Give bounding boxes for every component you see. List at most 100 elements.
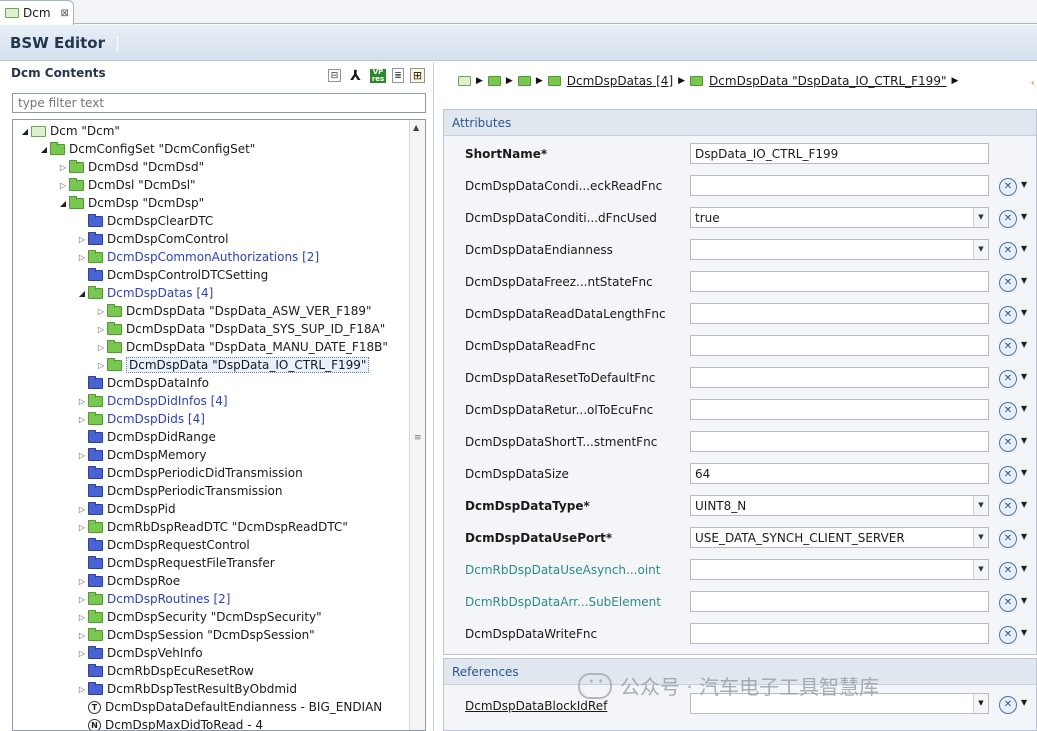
collapsed-arrow-icon[interactable]: ▷ xyxy=(76,235,88,244)
clear-value-icon[interactable]: ✕ xyxy=(999,626,1017,644)
chevron-down-icon[interactable]: ▼ xyxy=(1021,180,1027,189)
breadcrumb-link-datas[interactable]: DcmDspDatas [4] xyxy=(567,74,673,88)
attribute-field[interactable] xyxy=(690,623,989,644)
chevron-down-icon[interactable]: ▼ xyxy=(1021,308,1027,317)
collapsed-arrow-icon[interactable]: ▷ xyxy=(76,613,88,622)
tree-item[interactable]: ▷ DcmRbDspReadDTC "DcmDspReadDTC" xyxy=(76,518,348,536)
collapsed-arrow-icon[interactable]: ▷ xyxy=(76,505,88,514)
clear-value-icon[interactable]: ✕ xyxy=(999,178,1017,196)
clear-value-icon[interactable]: ✕ xyxy=(999,498,1017,516)
tree-item[interactable]: DcmDspPeriodicTransmission xyxy=(76,482,283,500)
collapsed-arrow-icon[interactable]: ▷ xyxy=(76,595,88,604)
breadcrumb-link-data[interactable]: DcmDspData "DspData_IO_CTRL_F199" xyxy=(709,74,946,88)
tree-item[interactable]: ▷ DcmDspRoutines [2] xyxy=(76,590,230,608)
tree-item[interactable]: DcmDspControlDTCSetting xyxy=(76,266,268,284)
tree-item[interactable]: DcmDspRequestControl xyxy=(76,536,250,554)
tree-item[interactable]: DcmDspDidRange xyxy=(76,428,216,446)
tree-item[interactable]: ▷ DcmDspVehInfo xyxy=(76,644,203,662)
collapsed-arrow-icon[interactable]: ▷ xyxy=(57,181,69,190)
clear-value-icon[interactable]: ✕ xyxy=(999,210,1017,228)
attribute-field[interactable] xyxy=(690,591,989,612)
scroll-up-icon[interactable]: ▲ xyxy=(413,123,419,132)
tree-item[interactable]: ▷ DcmDspData "DspData_IO_CTRL_F199" xyxy=(95,356,370,374)
chevron-down-icon[interactable]: ▼ xyxy=(1021,628,1027,637)
collapsed-arrow-icon[interactable]: ▷ xyxy=(95,343,107,352)
chevron-down-icon[interactable]: ▼ xyxy=(1021,436,1027,445)
tree-item[interactable]: ▷ DcmDsl "DcmDsl" xyxy=(57,176,196,194)
collapsed-arrow-icon[interactable]: ▷ xyxy=(95,325,107,334)
reference-name[interactable]: DcmDspDataBlockIdRef xyxy=(465,699,607,713)
chevron-down-icon[interactable]: ▼ xyxy=(1021,340,1027,349)
chevron-down-icon[interactable]: ▼ xyxy=(973,240,988,259)
clear-value-icon[interactable]: ✕ xyxy=(999,274,1017,292)
tree-item[interactable]: ▷ DcmDspMemory xyxy=(76,446,206,464)
attribute-field[interactable]: 64 xyxy=(690,463,989,484)
clear-value-icon[interactable]: ✕ xyxy=(999,466,1017,484)
chevron-down-icon[interactable]: ▼ xyxy=(1021,212,1027,221)
attribute-field[interactable] xyxy=(690,271,989,292)
tree-item[interactable]: DcmDspPeriodicDidTransmission xyxy=(76,464,303,482)
collapse-all-icon[interactable]: ⊟ xyxy=(328,69,341,82)
tab-dcm[interactable]: Dcm ⊠ xyxy=(0,0,74,25)
tree-item[interactable]: ▷ DcmDsd "DcmDsd" xyxy=(57,158,204,176)
clear-value-icon[interactable]: ✕ xyxy=(999,594,1017,612)
expanded-arrow-icon[interactable]: ◢ xyxy=(38,145,50,154)
chevron-down-icon[interactable]: ▼ xyxy=(973,528,988,547)
collapsed-arrow-icon[interactable]: ▷ xyxy=(76,631,88,640)
clear-value-icon[interactable]: ✕ xyxy=(999,434,1017,452)
collapsed-arrow-icon[interactable]: ▷ xyxy=(76,577,88,586)
expanded-arrow-icon[interactable]: ◢ xyxy=(57,199,69,208)
tree-item[interactable]: ▷ DcmDspDids [4] xyxy=(76,410,205,428)
attribute-combo[interactable]: ▼ xyxy=(690,239,989,260)
scroll-left-icon[interactable]: ‹ xyxy=(1031,76,1035,89)
close-icon[interactable]: ⊠ xyxy=(61,8,69,19)
attribute-field[interactable] xyxy=(690,399,989,420)
attribute-combo[interactable]: ▼ xyxy=(690,559,989,580)
tree-item[interactable]: ▷ DcmDspSecurity "DcmDspSecurity" xyxy=(76,608,322,626)
chevron-down-icon[interactable]: ▼ xyxy=(1021,532,1027,541)
collapsed-arrow-icon[interactable]: ▷ xyxy=(95,361,107,370)
collapsed-arrow-icon[interactable]: ▷ xyxy=(76,685,88,694)
contents-tree[interactable]: ◢ Dcm "Dcm" ◢ DcmConfigSet "DcmConfigSet" ▷ D… xyxy=(12,119,426,731)
expanded-arrow-icon[interactable]: ◢ xyxy=(19,127,31,136)
attribute-combo[interactable]: UINT8_N ▼ xyxy=(690,495,989,516)
attribute-field[interactable] xyxy=(690,431,989,452)
chevron-down-icon[interactable]: ▼ xyxy=(1021,404,1027,413)
attribute-combo[interactable]: true ▼ xyxy=(690,207,989,228)
collapsed-arrow-icon[interactable]: ▷ xyxy=(76,397,88,406)
tree-item[interactable]: DcmRbDspEcuResetRow xyxy=(76,662,254,680)
chevron-down-icon[interactable]: ▼ xyxy=(1021,698,1027,707)
tree-item[interactable]: ▷ DcmDspCommonAuthorizations [2] xyxy=(76,248,319,266)
chevron-down-icon[interactable]: ▼ xyxy=(973,694,988,713)
chevron-down-icon[interactable]: ▼ xyxy=(1021,372,1027,381)
clear-value-icon[interactable]: ✕ xyxy=(999,562,1017,580)
grid-layout-icon[interactable]: ⊞ xyxy=(410,68,425,83)
collapsed-arrow-icon[interactable]: ▷ xyxy=(76,523,88,532)
clear-value-icon[interactable]: ✕ xyxy=(999,338,1017,356)
tree-item[interactable]: ◢ Dcm "Dcm" xyxy=(19,122,120,140)
tree-filter-input[interactable] xyxy=(12,93,426,113)
tree-item[interactable]: DcmDspDataInfo xyxy=(76,374,209,392)
chevron-down-icon[interactable]: ▼ xyxy=(1021,276,1027,285)
clear-value-icon[interactable]: ✕ xyxy=(999,696,1017,714)
tree-item[interactable]: ▷ DcmDspData "DspData_SYS_SUP_ID_F18A" xyxy=(95,320,385,338)
attribute-field[interactable] xyxy=(690,367,989,388)
chevron-down-icon[interactable]: ▼ xyxy=(973,208,988,227)
collapsed-arrow-icon[interactable]: ▷ xyxy=(57,163,69,172)
collapsed-arrow-icon[interactable]: ▷ xyxy=(76,253,88,262)
attribute-field[interactable] xyxy=(690,335,989,356)
chevron-down-icon[interactable]: ▼ xyxy=(973,496,988,515)
document-icon[interactable]: ≣ xyxy=(392,68,404,83)
attribute-field[interactable] xyxy=(690,303,989,324)
chevron-down-icon[interactable]: ▼ xyxy=(1021,564,1027,573)
scroll-grip-icon[interactable]: ≡ xyxy=(414,433,422,443)
attribute-field[interactable]: DspData_IO_CTRL_F199 xyxy=(690,143,989,164)
tree-hierarchy-icon[interactable]: ⅄ xyxy=(347,67,364,84)
tree-item[interactable]: DcmDspClearDTC xyxy=(76,212,213,230)
clear-value-icon[interactable]: ✕ xyxy=(999,306,1017,324)
tree-item[interactable]: ▷ DcmRbDspTestResultByObdmid xyxy=(76,680,297,698)
chevron-down-icon[interactable]: ▼ xyxy=(1021,244,1027,253)
expanded-arrow-icon[interactable]: ◢ xyxy=(76,289,88,298)
clear-value-icon[interactable]: ✕ xyxy=(999,402,1017,420)
tree-item[interactable]: ▷ DcmDspData "DspData_ASW_VER_F189" xyxy=(95,302,372,320)
